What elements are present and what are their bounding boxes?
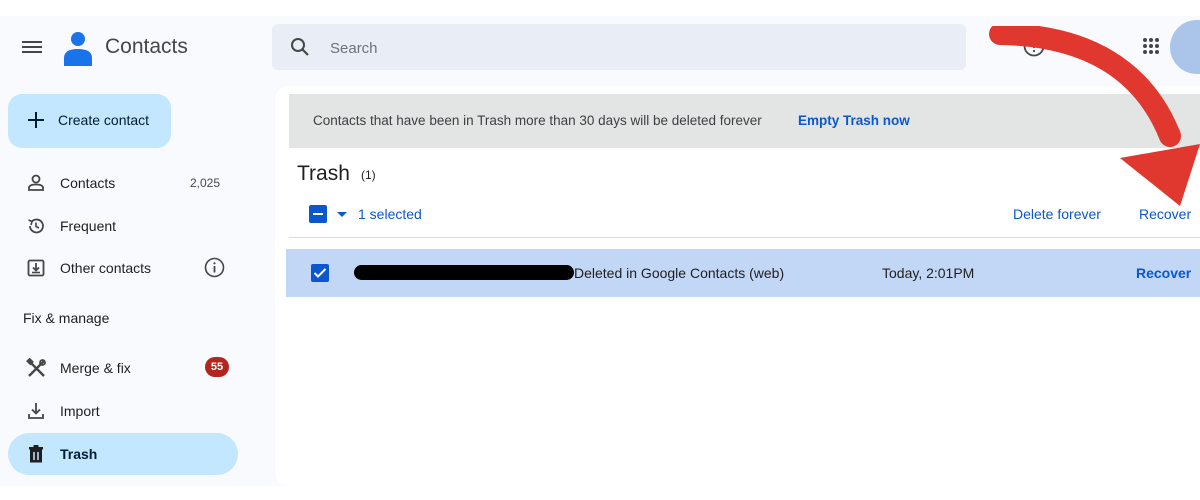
sidebar-item-label: Merge & fix: [60, 360, 131, 376]
create-contact-button[interactable]: Create contact: [8, 94, 171, 148]
redacted-contact-name: [354, 265, 574, 280]
row-checkbox[interactable]: [311, 264, 329, 282]
sidebar-item-label: Import: [60, 403, 100, 419]
trash-count: (1): [361, 168, 376, 182]
contacts-logo: [64, 32, 92, 66]
search-bar[interactable]: [272, 24, 966, 72]
sidebar-item-merge-fix[interactable]: Merge & fix 55: [8, 347, 238, 389]
sidebar-item-label: Other contacts: [60, 260, 152, 276]
merge-icon: [26, 358, 46, 377]
section-heading: Fix & manage: [23, 310, 110, 326]
contacts-count: 2,025: [190, 176, 221, 190]
empty-trash-button[interactable]: Empty Trash now: [798, 113, 910, 128]
sidebar-item-contacts[interactable]: Contacts 2,025: [8, 162, 238, 204]
sidebar-item-other-contacts[interactable]: Other contacts: [8, 247, 238, 289]
merge-badge: 55: [205, 357, 229, 377]
history-icon: [28, 218, 44, 234]
page-title: Trash: [297, 162, 350, 185]
sidebar-item-label: Contacts: [60, 175, 116, 191]
divider: [289, 237, 1200, 238]
search-input[interactable]: [328, 24, 932, 72]
sidebar-item-frequent[interactable]: Frequent: [8, 205, 238, 247]
search-icon[interactable]: [290, 37, 310, 57]
sidebar-item-label: Trash: [60, 446, 98, 462]
annotation-arrow: [989, 26, 1200, 206]
sidebar-item-trash[interactable]: Trash: [8, 433, 238, 475]
selection-count: 1 selected: [358, 206, 422, 222]
check-icon: [313, 268, 327, 278]
select-all-checkbox[interactable]: [309, 205, 327, 223]
app-title: Contacts: [105, 35, 188, 58]
plus-icon: [28, 112, 44, 128]
deletion-time: Today, 2:01PM: [882, 265, 975, 281]
import-icon: [28, 403, 44, 419]
banner-message: Contacts that have been in Trash more th…: [313, 113, 762, 128]
deletion-source: Deleted in Google Contacts (web): [574, 265, 785, 281]
contacts-app: Contacts Create contact: [0, 16, 1200, 486]
row-recover-button[interactable]: Recover: [1136, 265, 1191, 281]
download-box-icon: [27, 259, 45, 277]
trash-icon: [29, 445, 43, 463]
sidebar-item-import[interactable]: Import: [8, 390, 238, 432]
person-icon: [28, 174, 44, 191]
info-icon[interactable]: [204, 257, 225, 278]
sidebar-item-label: Frequent: [60, 218, 117, 234]
chevron-down-icon[interactable]: [337, 212, 347, 217]
menu-icon[interactable]: [20, 38, 44, 56]
table-row[interactable]: Deleted in Google Contacts (web) Today, …: [286, 249, 1200, 297]
create-contact-label: Create contact: [58, 112, 150, 128]
